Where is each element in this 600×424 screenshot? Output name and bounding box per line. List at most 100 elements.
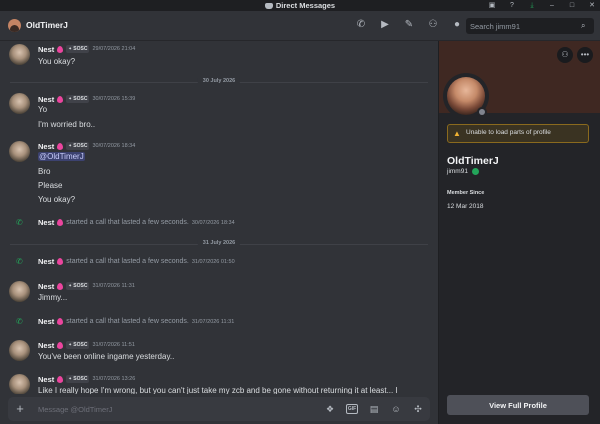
member-since-date: 12 Mar 2018: [447, 203, 484, 210]
view-full-profile-button[interactable]: View Full Profile: [447, 395, 589, 415]
search-box[interactable]: ⌕: [466, 18, 594, 34]
help-icon[interactable]: ?: [508, 2, 516, 10]
message-text: Like I really hope I'm wrong, but you ca…: [38, 386, 398, 394]
message-list[interactable]: Nest SOSC 29/07/2026 21:04 You okay? 30 …: [0, 41, 438, 394]
message-text: You okay?: [38, 57, 76, 66]
message-author[interactable]: Nest: [38, 257, 54, 266]
message-timestamp: 30/07/2026 15:39: [92, 96, 136, 102]
warning-text: Unable to load parts of profile: [466, 129, 551, 136]
clan-tag[interactable]: SOSC: [66, 142, 90, 150]
message-text: You okay?: [38, 195, 76, 204]
message-timestamp: 31/07/2026 13:26: [92, 376, 136, 382]
message-text: Yo: [38, 105, 48, 114]
flame-icon: [57, 258, 64, 265]
flame-icon: [57, 219, 64, 226]
header-avatar[interactable]: [8, 19, 21, 32]
message-text: Jimmy...: [38, 293, 68, 302]
warning-icon: ▲: [453, 129, 461, 138]
voice-call-icon[interactable]: ✆: [355, 19, 367, 31]
call-text: started a call that lasted a few seconds…: [66, 258, 189, 265]
message-text: Please: [38, 181, 63, 190]
user-mention[interactable]: @OldTimerJ: [38, 152, 85, 161]
flame-icon: [57, 45, 64, 53]
flame-icon: [57, 282, 64, 290]
header-username[interactable]: OldTimerJ: [26, 20, 68, 30]
message-text: Bro: [38, 167, 51, 176]
clan-tag[interactable]: SOSC: [66, 341, 90, 349]
call-text: started a call that lasted a few seconds…: [66, 318, 189, 325]
inbox-icon[interactable]: ▣: [488, 2, 496, 10]
clan-tag[interactable]: SOSC: [66, 45, 90, 53]
avatar[interactable]: [9, 44, 30, 65]
window-titlebar: Direct Messages ▣ ? ⤓ – □ ✕: [0, 0, 600, 11]
clan-tag[interactable]: SOSC: [66, 282, 90, 290]
message-author[interactable]: Nest: [38, 142, 54, 151]
search-icon[interactable]: ⌕: [581, 21, 590, 30]
message-author[interactable]: Nest: [38, 95, 54, 104]
gift-icon[interactable]: ❖: [324, 403, 336, 415]
call-event: ✆ Nest started a call that lasted a few …: [0, 316, 438, 328]
profile-warning: ▲ Unable to load parts of profile: [447, 124, 589, 143]
sticker-icon[interactable]: ▤: [368, 403, 380, 415]
pin-icon[interactable]: ✎: [403, 19, 415, 31]
close-icon[interactable]: ✕: [588, 2, 596, 10]
flame-icon: [57, 142, 64, 150]
message-timestamp: 31/07/2026 01:50: [191, 258, 235, 265]
phone-icon: ✆: [16, 317, 23, 326]
member-since-label: Member Since: [447, 190, 485, 196]
discord-logo-icon: [264, 3, 273, 9]
message-timestamp: 31/07/2026 11:31: [92, 283, 135, 289]
flame-icon: [57, 375, 64, 383]
emoji-icon[interactable]: ☺: [390, 403, 402, 415]
phone-icon: ✆: [16, 218, 23, 227]
avatar[interactable]: [9, 281, 30, 302]
video-call-icon[interactable]: ▶: [379, 19, 391, 31]
download-icon[interactable]: ⤓: [528, 2, 536, 10]
flame-icon: [57, 95, 64, 103]
avatar[interactable]: [9, 340, 30, 361]
profile-username-row: jimm91: [447, 168, 479, 175]
call-event: ✆ Nest started a call that lasted a few …: [0, 217, 438, 229]
avatar[interactable]: [9, 374, 30, 394]
apps-icon[interactable]: ✣: [412, 403, 424, 415]
attach-plus-icon[interactable]: +: [13, 402, 27, 416]
message-author[interactable]: Nest: [38, 45, 54, 54]
message-text: You've been online ingame yesterday..: [38, 352, 175, 361]
maximize-icon[interactable]: □: [568, 2, 576, 10]
search-input[interactable]: [470, 18, 580, 34]
call-event: ✆ Nest started a call that lasted a few …: [0, 256, 438, 268]
minimize-icon[interactable]: –: [548, 2, 556, 10]
dm-header: OldTimerJ ✆ ▶ ✎ ⚇ ● ⌕: [0, 11, 600, 41]
date-divider: 30 July 2026: [10, 78, 428, 84]
message-timestamp: 29/07/2026 21:04: [92, 46, 136, 52]
badge-icon[interactable]: [471, 168, 479, 175]
add-friend-icon[interactable]: ⚇: [427, 19, 439, 31]
gif-icon[interactable]: GIF: [346, 404, 358, 414]
message-author[interactable]: Nest: [38, 375, 54, 384]
profile-toggle-icon[interactable]: ●: [451, 19, 463, 31]
message-text: I'm worried bro..: [38, 120, 96, 129]
profile-panel: ⚇ ••• ▲ Unable to load parts of profile …: [438, 41, 600, 424]
composer-area: + ❖ GIF ▤ ☺ ✣: [0, 394, 438, 424]
message-author[interactable]: Nest: [38, 317, 54, 326]
message-timestamp: 31/07/2026 11:31: [191, 318, 235, 325]
clan-tag[interactable]: SOSC: [66, 95, 90, 103]
message-input[interactable]: [38, 401, 298, 417]
call-text: started a call that lasted a few seconds…: [66, 219, 189, 226]
avatar[interactable]: [9, 93, 30, 114]
message-timestamp: 31/07/2026 11:51: [92, 342, 135, 348]
avatar[interactable]: [9, 141, 30, 162]
profile-avatar[interactable]: [443, 73, 489, 119]
profile-username: jimm91: [447, 168, 468, 175]
message-author[interactable]: Nest: [38, 218, 54, 227]
message-author[interactable]: Nest: [38, 341, 54, 350]
add-friend-icon[interactable]: ⚇: [557, 47, 573, 63]
date-divider: 31 July 2026: [10, 240, 428, 246]
message-timestamp: 30/07/2026 18:34: [92, 143, 136, 149]
profile-display-name: OldTimerJ: [447, 155, 499, 167]
clan-tag[interactable]: SOSC: [66, 375, 90, 383]
phone-icon: ✆: [16, 257, 23, 266]
message-composer[interactable]: + ❖ GIF ▤ ☺ ✣: [8, 397, 430, 421]
more-options-icon[interactable]: •••: [577, 47, 593, 63]
message-author[interactable]: Nest: [38, 282, 54, 291]
